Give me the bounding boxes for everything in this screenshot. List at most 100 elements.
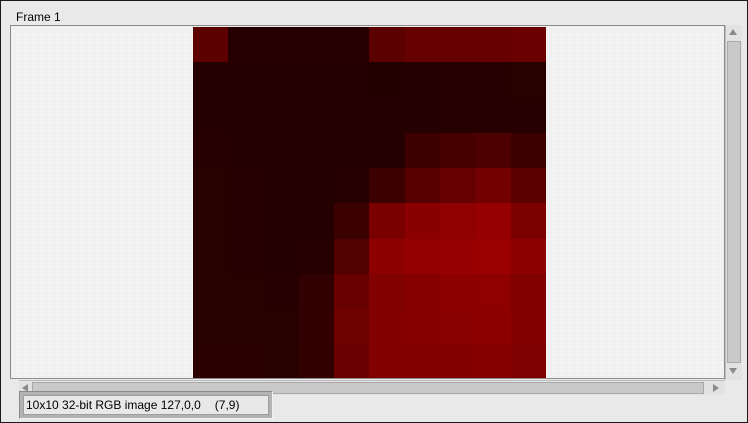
image-pixel: [263, 274, 299, 310]
status-bar: 10x10 32-bit RGB image 127,0,0 (7,9): [19, 391, 273, 419]
image-info-text: 10x10 32-bit RGB image 127,0,0: [26, 398, 201, 412]
image-pixel: [404, 309, 441, 345]
image-pixel: [228, 27, 264, 63]
image-pixel: [440, 274, 476, 310]
image-pixel: [404, 274, 441, 310]
image-pixel: [263, 27, 299, 63]
image-pixel: [369, 309, 405, 345]
image-pixel: [228, 344, 264, 378]
image-pixel: [475, 97, 511, 133]
image-pixel: [193, 27, 229, 63]
image-pixel: [298, 274, 335, 310]
image-pixel: [404, 168, 441, 204]
image-pixel: [475, 274, 511, 310]
image-pixel: [334, 62, 370, 98]
image-pixel: [510, 27, 546, 63]
image-pixel: [510, 62, 546, 98]
image-pixel: [440, 203, 476, 239]
image-pixel: [510, 168, 546, 204]
image-pixel: [510, 309, 546, 345]
image-pixel: [228, 238, 264, 275]
vertical-scrollbar[interactable]: [725, 25, 742, 380]
status-text-box: 10x10 32-bit RGB image 127,0,0 (7,9): [23, 395, 269, 415]
image-pixel: [193, 62, 229, 98]
image-pixel: [404, 62, 441, 98]
image-pixel: [510, 274, 546, 310]
image-pixel: [334, 168, 370, 204]
image-pixel: [510, 238, 546, 275]
image-pixel: [193, 132, 229, 169]
image-pixel: [263, 203, 299, 239]
image-pixel: [475, 27, 511, 63]
image-pixel: [475, 344, 511, 378]
image-pixel: [475, 309, 511, 345]
image-pixel: [404, 27, 441, 63]
image-pixel: [228, 309, 264, 345]
image-pixel: [298, 309, 335, 345]
image-pixel: [440, 344, 476, 378]
image-pixel: [475, 238, 511, 275]
scroll-up-arrow-icon[interactable]: [729, 29, 737, 35]
frame-title: Frame 1: [16, 10, 61, 24]
scroll-down-arrow-icon[interactable]: [729, 368, 737, 374]
image-pixel: [193, 168, 229, 204]
image-pixel: [263, 168, 299, 204]
image-pixel: [440, 238, 476, 275]
image-pixel: [298, 238, 335, 275]
image-pixel: [510, 344, 546, 378]
image-display-frame: Frame 1 10x10 32-bit RGB image 127,0,0 (7…: [0, 0, 748, 423]
image-pixel: [298, 203, 335, 239]
image-pixel: [475, 203, 511, 239]
image-pixel: [440, 132, 476, 169]
image-pixel: [263, 309, 299, 345]
image-pixel: [334, 238, 370, 275]
image-pixel: [263, 97, 299, 133]
image-pixel: [510, 203, 546, 239]
image-pixel: [298, 344, 335, 378]
image-pixel: [298, 27, 335, 63]
image-pixel: [298, 132, 335, 169]
image-pixel: [369, 97, 405, 133]
image-pixel: [369, 238, 405, 275]
image-pixel: [475, 62, 511, 98]
image-pixel: [369, 203, 405, 239]
image-pixel: [334, 132, 370, 169]
image-pixel: [475, 168, 511, 204]
vertical-scroll-thumb[interactable]: [727, 41, 741, 363]
image-pixel: [334, 344, 370, 378]
image-pixel: [228, 168, 264, 204]
image-pixel: [510, 97, 546, 133]
image-pixel: [298, 62, 335, 98]
image-pixel: [510, 132, 546, 169]
scroll-right-arrow-icon[interactable]: [713, 384, 719, 392]
image-pixel: [404, 132, 441, 169]
image-pixel: [369, 344, 405, 378]
image-pixel: [298, 168, 335, 204]
image-pixel: [404, 344, 441, 378]
image-pixel: [334, 203, 370, 239]
image-pixel: [228, 97, 264, 133]
image-pixel: [369, 132, 405, 169]
image-pixel: [193, 344, 229, 378]
image-pixel: [228, 274, 264, 310]
image-pixel: [263, 62, 299, 98]
image-pixel: [440, 309, 476, 345]
image-pixel: [263, 344, 299, 378]
image-pixel: [228, 132, 264, 169]
image-pixel: [440, 62, 476, 98]
image-pixel: [369, 27, 405, 63]
image-viewport[interactable]: [10, 25, 725, 379]
image-pixel: [369, 168, 405, 204]
image-pixel: [193, 274, 229, 310]
image-pixel: [440, 168, 476, 204]
cursor-coordinates: (7,9): [214, 398, 240, 412]
image-pixel: [369, 274, 405, 310]
image-pixel: [193, 203, 229, 239]
image-pixel: [404, 203, 441, 239]
image-pixel: [263, 132, 299, 169]
image-pixel: [193, 97, 229, 133]
image-pixel: [334, 274, 370, 310]
image-pixel: [334, 27, 370, 63]
image-canvas[interactable]: [193, 27, 546, 378]
image-pixel: [369, 62, 405, 98]
